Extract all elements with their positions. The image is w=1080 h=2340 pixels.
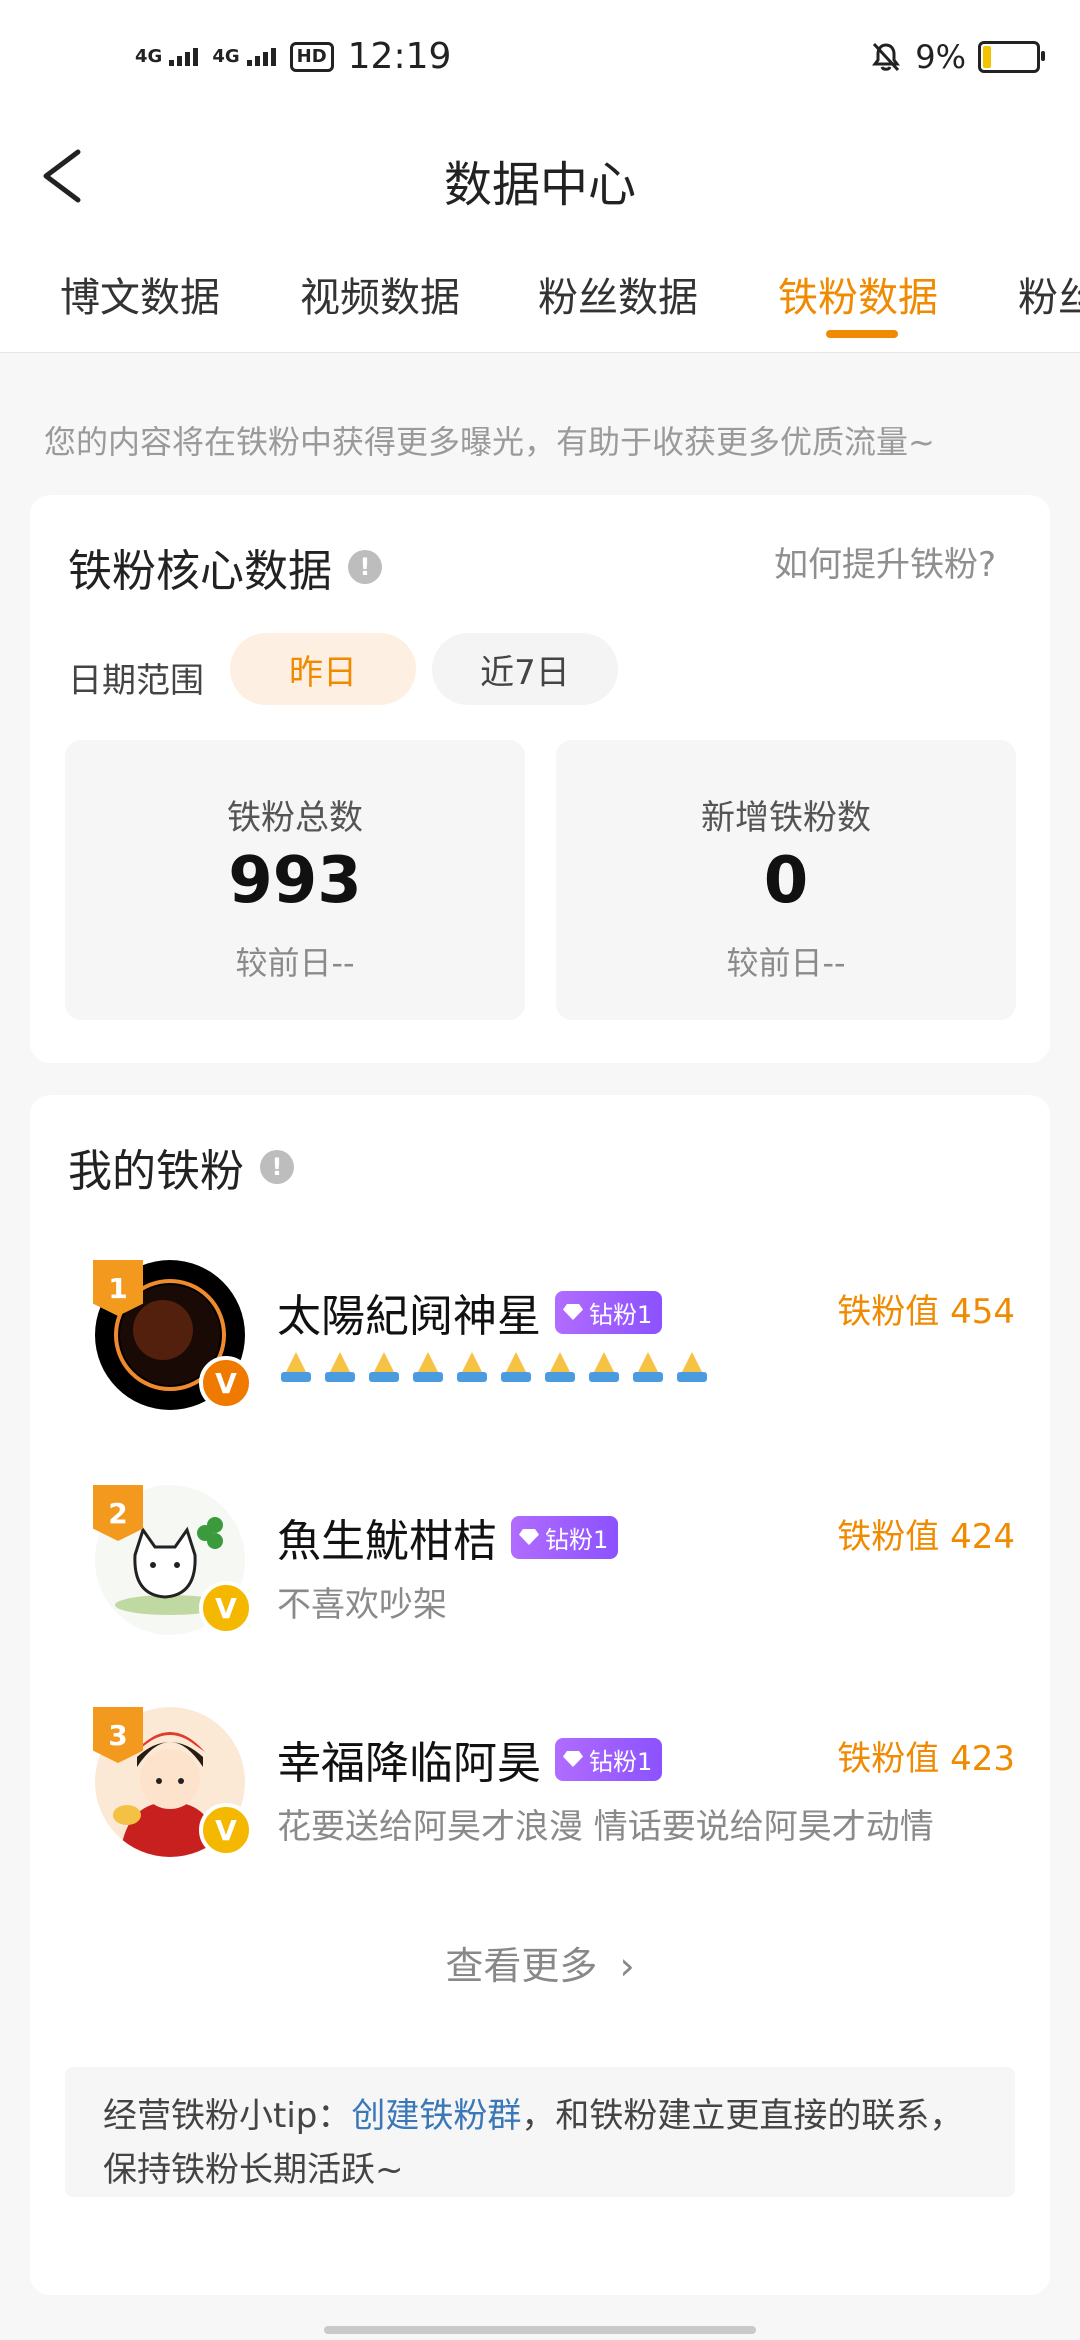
my-iron-fans-card: 我的铁粉 ! 1 V 太陽紀阋神星 钻粉1 铁粉值 454 2 V 魚生魷柑桔 … — [30, 1095, 1050, 2295]
level-text: 钻粉1 — [589, 1300, 653, 1329]
tab-fans-more[interactable]: 粉丝 — [1018, 265, 1080, 323]
signal-icon: 4G — [135, 45, 199, 67]
fan-signature: 不喜欢吵架 — [277, 1585, 447, 1625]
core-data-title-text: 铁粉核心数据 — [68, 546, 332, 597]
tab-active-indicator — [826, 330, 898, 338]
prayer-emoji-icon — [673, 1352, 711, 1382]
status-bar: 4G 4G HD 12:19 9% — [0, 0, 1080, 120]
info-icon[interactable]: ! — [348, 550, 382, 584]
tab-video-data[interactable]: 视频数据 — [300, 265, 460, 323]
my-fans-title-text: 我的铁粉 — [68, 1146, 244, 1197]
prayer-emoji-icon — [497, 1352, 535, 1382]
my-fans-title: 我的铁粉 ! — [68, 1135, 294, 1199]
tip-prefix: 经营铁粉小tip： — [103, 2096, 352, 2136]
fan-name: 幸福降临阿昊 钻粉1 — [277, 1727, 663, 1791]
tip-box: 经营铁粉小tip：创建铁粉群，和铁粉建立更直接的联系，保持铁粉长期活跃~ — [65, 2067, 1015, 2197]
nav-bar: 数据中心 — [0, 120, 1080, 235]
prayer-emoji-icon — [453, 1352, 491, 1382]
verified-icon: V — [199, 1803, 253, 1857]
fan-name: 魚生魷柑桔 钻粉1 — [277, 1505, 619, 1569]
diamond-fan-badge: 钻粉1 — [555, 1290, 663, 1334]
mute-bell-icon — [872, 42, 901, 72]
stat-total-iron-fans: 铁粉总数 993 较前日-- — [65, 740, 525, 1020]
how-to-grow-link[interactable]: 如何提升铁粉? — [774, 537, 996, 586]
info-icon[interactable]: ! — [260, 1150, 294, 1184]
diamond-fan-badge: 钻粉1 — [555, 1737, 663, 1781]
fan-name: 太陽紀阋神星 钻粉1 — [277, 1280, 663, 1344]
network-type: 4G — [135, 45, 163, 67]
tab-posts-data[interactable]: 博文数据 — [60, 265, 220, 323]
verified-icon: V — [199, 1356, 253, 1410]
iron-fan-value: 铁粉值 423 — [837, 1739, 1015, 1779]
fan-name-text: 幸福降临阿昊 — [277, 1738, 541, 1789]
prayer-emoji-icon — [541, 1352, 579, 1382]
prayer-emoji-icon — [321, 1352, 359, 1382]
diamond-fan-badge: 钻粉1 — [511, 1515, 619, 1559]
prayer-emoji-icon — [277, 1352, 315, 1382]
status-left: 4G 4G HD 12:19 — [135, 36, 451, 77]
create-fan-group-link[interactable]: 创建铁粉群 — [351, 2096, 521, 2136]
diamond-icon — [563, 1751, 583, 1767]
iron-fan-value: 铁粉值 424 — [837, 1517, 1015, 1557]
date-chip-7days[interactable]: 近7日 — [432, 633, 618, 705]
fan-name-text: 魚生魷柑桔 — [277, 1516, 497, 1567]
stat-value: 0 — [763, 844, 809, 918]
battery-icon — [978, 41, 1045, 73]
see-more-label: 查看更多 — [445, 1944, 598, 1988]
status-time: 12:19 — [347, 36, 452, 77]
date-chip-yesterday[interactable]: 昨日 — [230, 633, 416, 705]
home-indicator[interactable] — [324, 2326, 756, 2334]
battery-percent: 9% — [915, 38, 966, 76]
diamond-icon — [563, 1304, 583, 1320]
stat-value: 993 — [228, 844, 362, 918]
fan-row[interactable]: 1 V 太陽紀阋神星 钻粉1 铁粉值 454 — [65, 1260, 1015, 1410]
fan-signature-prayer-emojis — [277, 1352, 711, 1382]
page-title: 数据中心 — [443, 157, 636, 213]
level-text: 钻粉1 — [589, 1747, 653, 1776]
prayer-emoji-icon — [629, 1352, 667, 1382]
stat-new-iron-fans: 新增铁粉数 0 较前日-- — [556, 740, 1016, 1020]
see-more-button[interactable]: 查看更多 › — [30, 1935, 1050, 1990]
fan-row[interactable]: 3 V 幸福降临阿昊 钻粉1 花要送给阿昊才浪漫 情话要说给阿昊才动情 铁粉值 … — [65, 1707, 1015, 1857]
exposure-hint: 您的内容将在铁粉中获得更多曝光，有助于收获更多优质流量~ — [44, 423, 935, 461]
hd-voice-icon: HD — [289, 41, 334, 72]
stat-label: 铁粉总数 — [227, 798, 363, 838]
core-data-card: 铁粉核心数据 ! 如何提升铁粉? 日期范围 昨日 近7日 铁粉总数 993 较前… — [30, 495, 1050, 1063]
stat-label: 新增铁粉数 — [701, 798, 871, 838]
core-data-title: 铁粉核心数据 ! — [68, 535, 382, 599]
level-text: 钻粉1 — [545, 1525, 609, 1554]
tab-bar: 博文数据 视频数据 粉丝数据 铁粉数据 粉丝 — [0, 235, 1080, 353]
fan-row[interactable]: 2 V 魚生魷柑桔 钻粉1 不喜欢吵架 铁粉值 424 — [65, 1485, 1015, 1635]
stat-compare: 较前日-- — [726, 944, 846, 982]
date-range-label: 日期范围 — [68, 661, 204, 701]
prayer-emoji-icon — [585, 1352, 623, 1382]
prayer-emoji-icon — [365, 1352, 403, 1382]
fan-signature: 花要送给阿昊才浪漫 情话要说给阿昊才动情 — [277, 1807, 934, 1847]
fan-name-text: 太陽紀阋神星 — [277, 1291, 541, 1342]
tip-text: 经营铁粉小tip：创建铁粉群，和铁粉建立更直接的联系，保持铁粉长期活跃~ — [103, 2089, 977, 2197]
chevron-right-icon: › — [619, 1944, 635, 1988]
stat-compare: 较前日-- — [235, 944, 355, 982]
verified-icon: V — [199, 1581, 253, 1635]
iron-fan-value: 铁粉值 454 — [837, 1292, 1015, 1332]
tab-fans-data[interactable]: 粉丝数据 — [538, 265, 698, 323]
signal-icon: 4G — [212, 45, 276, 67]
tab-iron-fans-data[interactable]: 铁粉数据 — [778, 265, 938, 323]
network-type: 4G — [212, 45, 240, 67]
status-right: 9% — [869, 38, 1045, 76]
diamond-icon — [519, 1529, 539, 1545]
prayer-emoji-icon — [409, 1352, 447, 1382]
